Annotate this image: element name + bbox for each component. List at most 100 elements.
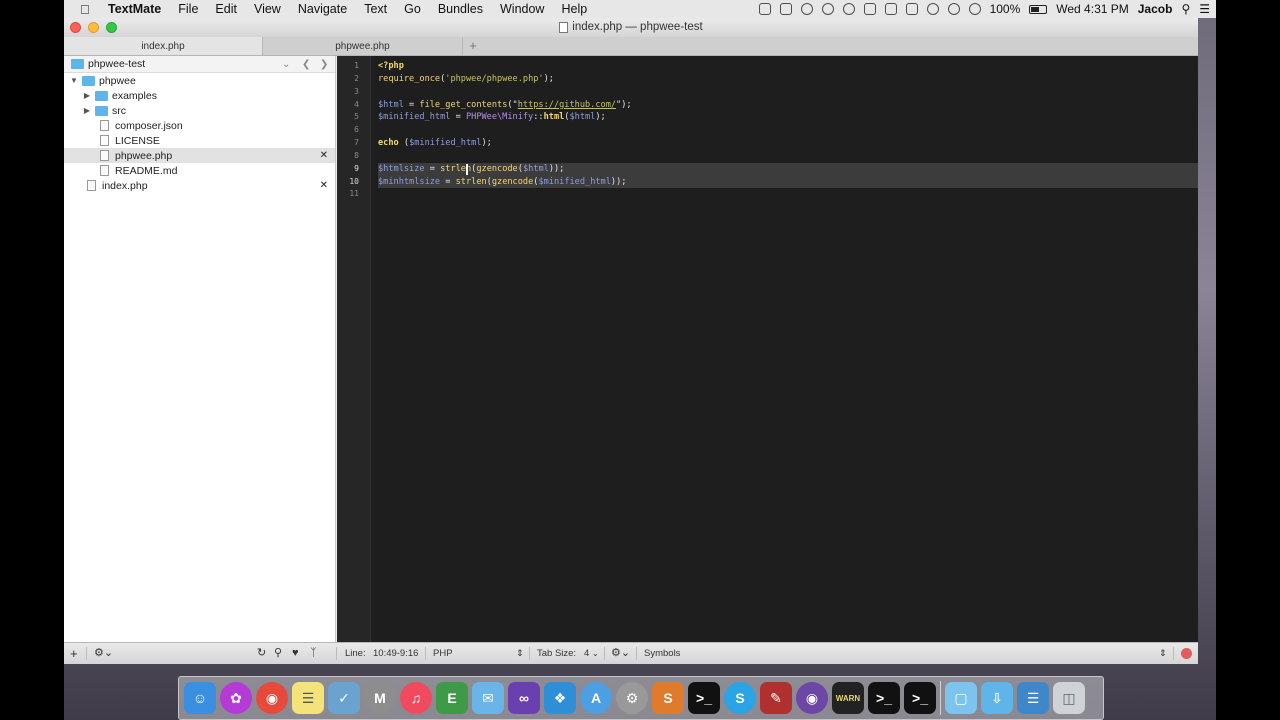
calendar-icon[interactable]: [884, 3, 897, 15]
mail-icon[interactable]: M: [364, 682, 396, 714]
close-file-icon[interactable]: ✕: [320, 178, 328, 193]
windows-icon[interactable]: ❖: [544, 682, 576, 714]
notes-icon[interactable]: ☰: [292, 682, 324, 714]
tab-phpwee-php[interactable]: phpwee.php: [263, 37, 463, 55]
console-icon[interactable]: WARN: [832, 682, 864, 714]
menu-app-name[interactable]: TextMate: [108, 2, 161, 16]
scm-branch-icon[interactable]: ᛉ: [310, 643, 317, 664]
menu-go[interactable]: Go: [404, 2, 421, 16]
menu-edit[interactable]: Edit: [215, 2, 237, 16]
bundle-gear-icon[interactable]: ⚙⌄: [611, 643, 630, 664]
heart-icon[interactable]: ♥: [292, 643, 299, 664]
skype-icon[interactable]: S: [724, 682, 756, 714]
clock[interactable]: Wed 4:31 PM: [1056, 2, 1128, 16]
tab-size-value[interactable]: 4: [584, 643, 589, 664]
check-icon[interactable]: [800, 3, 813, 15]
close-file-icon[interactable]: ✕: [320, 148, 328, 163]
app-store-icon[interactable]: A: [580, 682, 612, 714]
menu-text[interactable]: Text: [364, 2, 387, 16]
evernote-icon[interactable]: [842, 3, 855, 15]
settings-icon[interactable]: ⚙: [616, 682, 648, 714]
folder-status-icon[interactable]: [863, 3, 876, 15]
tree-item-phpwee-php[interactable]: phpwee.php ✕: [64, 148, 335, 163]
terminal-icon[interactable]: >_: [688, 682, 720, 714]
code-line-8[interactable]: [378, 150, 1198, 163]
tree-item-index-php[interactable]: index.php ✕: [64, 178, 335, 193]
tree-item-phpwee[interactable]: ▼ phpwee: [64, 73, 335, 88]
pen-icon[interactable]: ✎: [760, 682, 792, 714]
battery-icon[interactable]: [1029, 4, 1048, 14]
airplay-icon[interactable]: [905, 3, 918, 15]
menu-window[interactable]: Window: [500, 2, 544, 16]
user-name[interactable]: Jacob: [1138, 2, 1173, 16]
menu-view[interactable]: View: [254, 2, 281, 16]
code-line-5[interactable]: $minified_html = PHPWee\Minify::html($ht…: [378, 111, 1198, 124]
documents-folder-icon[interactable]: ▢: [945, 682, 977, 714]
symbols-selector[interactable]: Symbols: [644, 643, 680, 664]
apple-icon[interactable]: : [80, 2, 96, 17]
menu-help[interactable]: Help: [561, 2, 587, 16]
time-machine-icon[interactable]: [926, 3, 939, 15]
new-tab-button[interactable]: +: [463, 37, 483, 55]
chevron-updown-icon[interactable]: ⇕: [516, 643, 524, 664]
tree-item-readme[interactable]: README.md: [64, 163, 335, 178]
chrome-icon[interactable]: ◉: [256, 682, 288, 714]
wifi-icon[interactable]: [968, 3, 981, 15]
sublime-text-icon[interactable]: S: [652, 682, 684, 714]
flower-icon[interactable]: ✿: [220, 682, 252, 714]
disclosure-closed-icon[interactable]: ▶: [82, 106, 92, 115]
url-link[interactable]: https://github.com/: [518, 100, 616, 110]
bluetooth-icon[interactable]: [947, 3, 960, 15]
close-window-button[interactable]: [70, 22, 81, 33]
downloads-folder-icon[interactable]: ⇩: [981, 682, 1013, 714]
code-line-7[interactable]: echo ($minified_html);: [378, 137, 1198, 150]
code-line-3[interactable]: [378, 86, 1198, 99]
terminal-2-icon[interactable]: >_: [868, 682, 900, 714]
trash-icon[interactable]: ◫: [1053, 682, 1085, 714]
evernote-icon[interactable]: E: [436, 682, 468, 714]
chevron-down-icon[interactable]: ⌄: [282, 56, 290, 73]
github-icon[interactable]: ◉: [796, 682, 828, 714]
code-line-10[interactable]: $minhtmlsize = strlen(gzencode($minified…: [378, 175, 1198, 189]
disclosure-open-icon[interactable]: ▼: [69, 76, 79, 85]
code-line-6[interactable]: [378, 124, 1198, 137]
menu-navigate[interactable]: Navigate: [298, 2, 347, 16]
code-area[interactable]: <?php require_once('phpwee/phpwee.php');…: [378, 56, 1198, 201]
visual-studio-icon[interactable]: ∞: [508, 682, 540, 714]
tree-item-src[interactable]: ▶ src: [64, 103, 335, 118]
notification-center-icon[interactable]: ☰: [1199, 2, 1210, 16]
messages-icon[interactable]: ✉: [472, 682, 504, 714]
line-position[interactable]: 10:49-9:16: [373, 643, 418, 664]
disclosure-closed-icon[interactable]: ▶: [82, 91, 92, 100]
macro-record-icon[interactable]: [1181, 648, 1192, 659]
menu-file[interactable]: File: [178, 2, 198, 16]
tree-item-composer-json[interactable]: composer.json: [64, 118, 335, 133]
finder-icon[interactable]: ☺: [184, 682, 216, 714]
tree-item-license[interactable]: LICENSE: [64, 133, 335, 148]
chat-icon[interactable]: [821, 3, 834, 15]
applications-folder-icon[interactable]: ☰: [1017, 682, 1049, 714]
chevron-updown-icon[interactable]: ⇕: [1159, 643, 1167, 664]
drive-icon[interactable]: [758, 3, 771, 15]
zoom-window-button[interactable]: [106, 22, 117, 33]
code-line-1[interactable]: <?php: [378, 60, 1198, 73]
camera-icon[interactable]: [779, 3, 792, 15]
tab-index-php[interactable]: index.php: [64, 37, 263, 55]
code-line-11[interactable]: [378, 188, 1198, 201]
gear-icon[interactable]: ⚙⌄: [94, 643, 113, 664]
chevron-down-icon[interactable]: ⌄: [592, 643, 599, 664]
menu-bundles[interactable]: Bundles: [438, 2, 483, 16]
search-icon[interactable]: ⚲: [274, 643, 282, 664]
add-file-icon[interactable]: +: [70, 643, 78, 664]
minimize-window-button[interactable]: [88, 22, 99, 33]
preview-icon[interactable]: ✓: [328, 682, 360, 714]
tree-item-examples[interactable]: ▶ examples: [64, 88, 335, 103]
spotlight-icon[interactable]: ⚲: [1181, 2, 1190, 16]
project-selector[interactable]: phpwee-test ⌄ ❮ ❯: [64, 56, 335, 73]
code-line-2[interactable]: require_once('phpwee/phpwee.php');: [378, 73, 1198, 86]
language-selector[interactable]: PHP: [433, 643, 453, 664]
code-line-9[interactable]: $htmlsize = strlen(gzencode($html));: [378, 162, 1198, 176]
forward-arrow-icon[interactable]: ❯: [320, 56, 328, 73]
refresh-icon[interactable]: ↻: [257, 643, 266, 664]
itunes-icon[interactable]: ♫: [400, 682, 432, 714]
